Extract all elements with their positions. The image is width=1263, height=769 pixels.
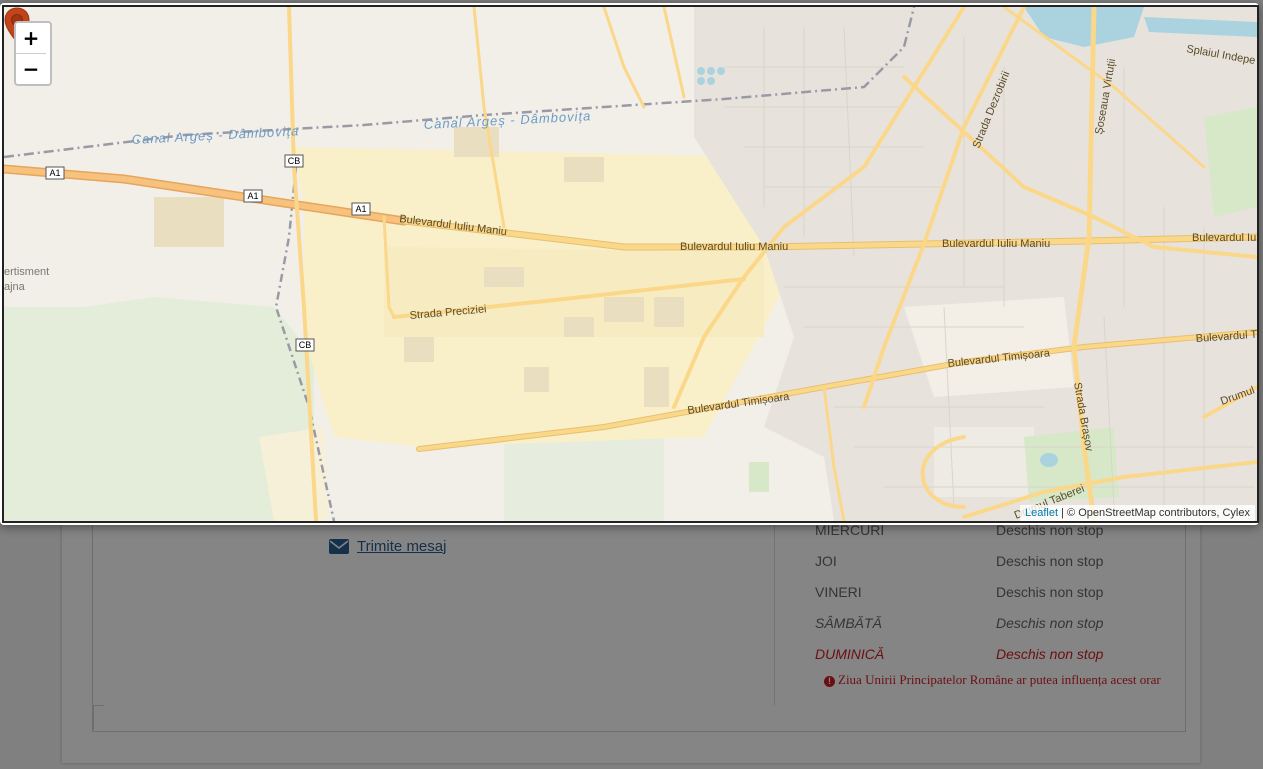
svg-text:Bulevardul Iuliu: Bulevardul Iuliu (1192, 232, 1257, 244)
map-attribution: Leaflet | © OpenStreetMap contributors, … (1020, 505, 1255, 521)
map-modal: A1 A1 A1 CB CB Canal Argeș - Dâmbovița C… (0, 3, 1259, 525)
svg-text:A1: A1 (247, 191, 258, 201)
envelope-icon (329, 538, 349, 554)
svg-text:Bulevardul Iuliu Maniu: Bulevardul Iuliu Maniu (680, 241, 788, 253)
send-message-link[interactable]: Trimite mesaj (329, 536, 446, 556)
svg-text:ajna: ajna (4, 281, 26, 293)
schedule-hours: Deschis non stop (996, 615, 1104, 631)
opening-hours: MIERCURI Deschis non stop JOI Deschis no… (815, 519, 1175, 674)
svg-text:A1: A1 (355, 204, 366, 214)
schedule-hours: Deschis non stop (996, 553, 1104, 569)
schedule-day: SÂMBĂTĂ (815, 615, 882, 631)
svg-text:CB: CB (299, 340, 312, 350)
schedule-day: DUMINICĂ (815, 646, 885, 662)
green-field (504, 437, 664, 521)
map-tiles[interactable]: A1 A1 A1 CB CB Canal Argeș - Dâmbovița C… (4, 7, 1257, 521)
attribution-text: © OpenStreetMap contributors, Cylex (1067, 507, 1250, 519)
box-corner (93, 705, 104, 730)
exclamation-icon: ! (824, 676, 835, 687)
map-canvas[interactable]: A1 A1 A1 CB CB Canal Argeș - Dâmbovița C… (2, 5, 1259, 523)
schedule-row-thursday: JOI Deschis non stop (815, 550, 1175, 581)
svg-text:ertisment: ertisment (4, 266, 49, 278)
park-area (4, 297, 314, 521)
schedule-row-saturday: SÂMBĂTĂ Deschis non stop (815, 612, 1175, 643)
attribution-separator: | (1058, 507, 1068, 519)
svg-text:CB: CB (288, 156, 301, 166)
schedule-row-sunday: DUMINICĂ Deschis non stop (815, 643, 1175, 674)
holiday-warning: ! Ziua Unirii Principatelor Române ar put… (824, 673, 1174, 687)
svg-text:Bulevardul Iuliu Maniu: Bulevardul Iuliu Maniu (942, 238, 1050, 250)
schedule-hours: Deschis non stop (996, 646, 1104, 662)
schedule-day: JOI (815, 553, 837, 569)
schedule-day: VINERI (815, 584, 862, 600)
holiday-warning-text: Ziua Unirii Principatelor Române ar pute… (838, 672, 1161, 687)
zoom-control: + − (14, 21, 52, 86)
svg-text:A1: A1 (49, 168, 60, 178)
send-message-label[interactable]: Trimite mesaj (357, 538, 446, 555)
leaflet-link[interactable]: Leaflet (1025, 507, 1058, 519)
zoom-in-button[interactable]: + (16, 23, 46, 53)
schedule-row-friday: VINERI Deschis non stop (815, 581, 1175, 612)
schedule-hours: Deschis non stop (996, 584, 1104, 600)
column-divider (774, 525, 775, 705)
zoom-out-button[interactable]: − (16, 53, 46, 84)
